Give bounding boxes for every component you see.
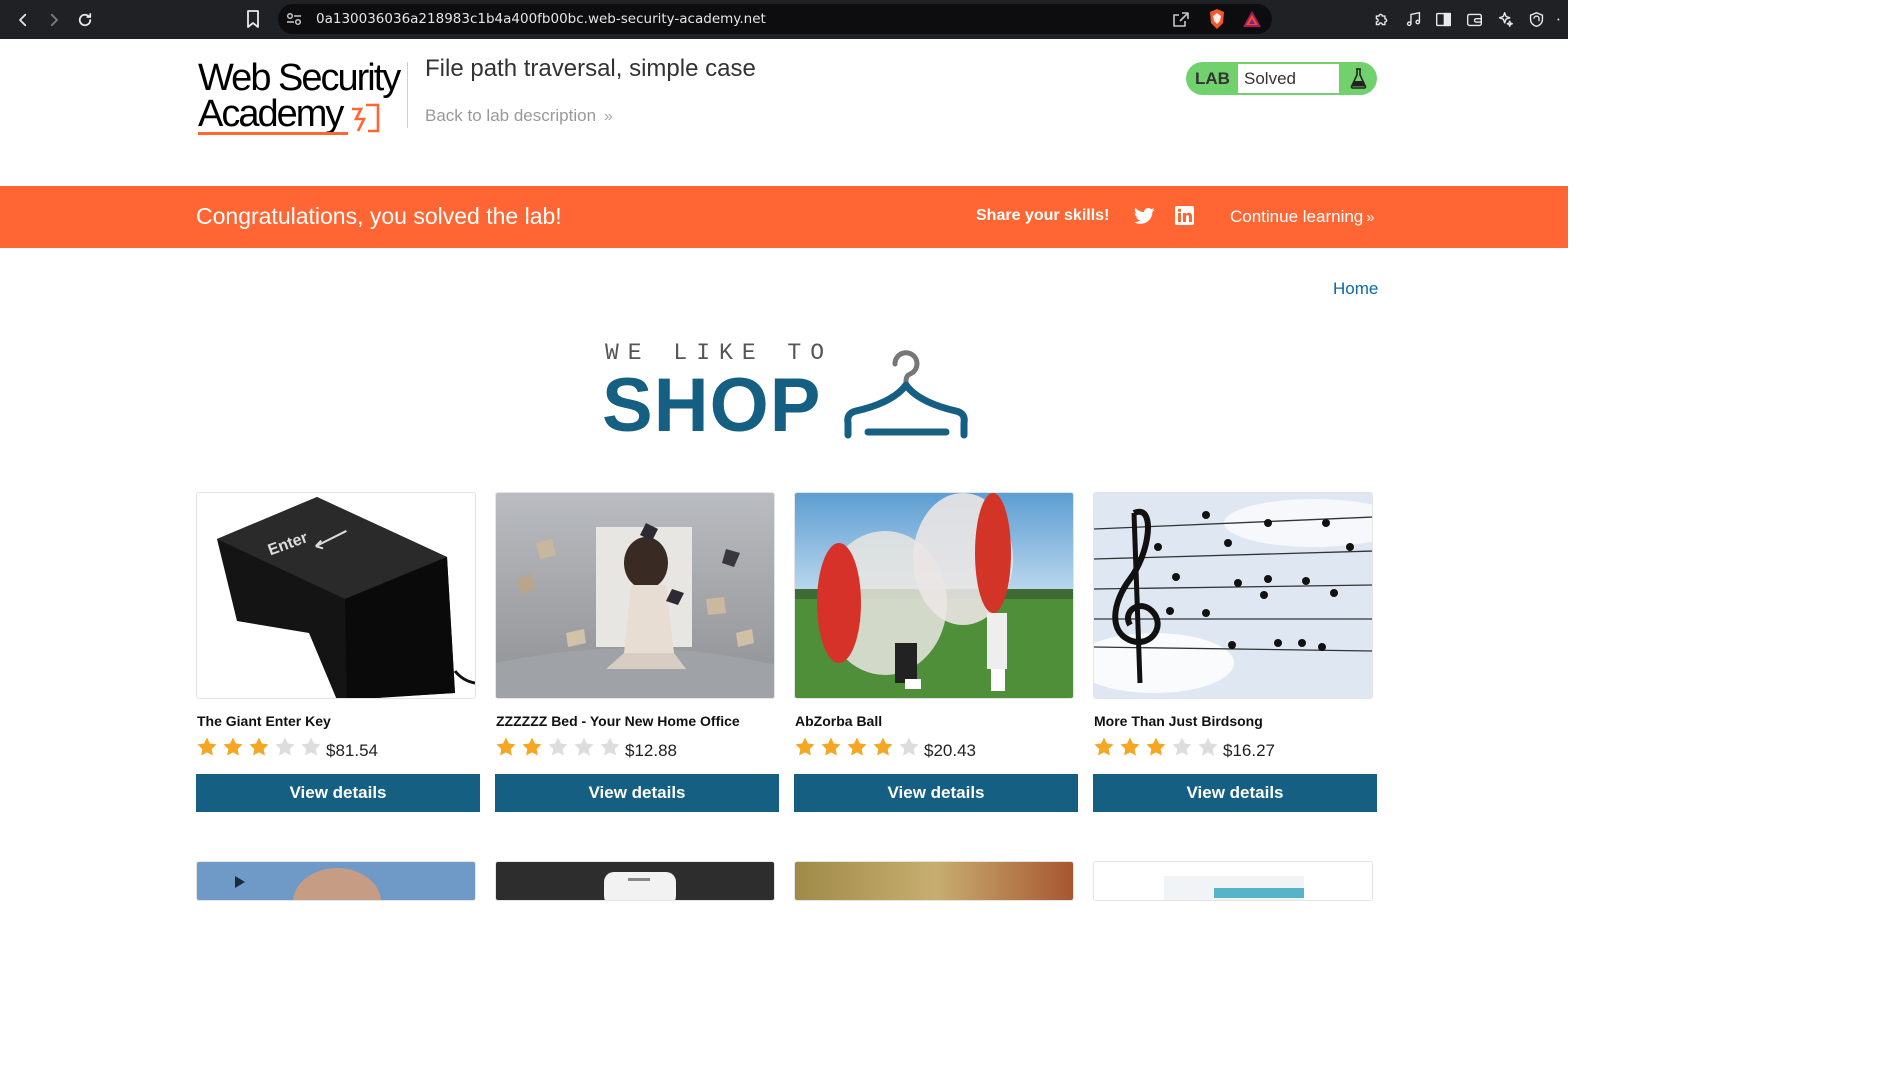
star-filled-icon xyxy=(821,737,841,756)
header-divider xyxy=(407,62,408,128)
view-details-button[interactable]: View details xyxy=(196,774,480,812)
star-filled-icon xyxy=(1120,737,1140,756)
shop-logo: WE LIKE TO SHOP xyxy=(600,338,972,448)
star-empty-icon xyxy=(1198,737,1218,756)
star-empty-icon xyxy=(899,737,919,756)
star-empty-icon xyxy=(1172,737,1192,756)
product-name: ZZZZZZ Bed - Your New Home Office xyxy=(496,713,740,729)
rating-stars xyxy=(794,736,924,758)
star-filled-icon xyxy=(1094,737,1114,756)
brave-rewards-icon[interactable] xyxy=(1242,10,1262,28)
browser-toolbar: 0a130036036a218983c1b4a400fb00bc.web-sec… xyxy=(0,0,1568,39)
product-image-giant-enter-key[interactable]: Enter xyxy=(196,492,476,699)
product-price: $12.88 xyxy=(625,741,677,760)
product-image-partial[interactable] xyxy=(1093,861,1373,901)
product-price: $16.27 xyxy=(1223,741,1275,760)
lab-status-value: Solved xyxy=(1238,64,1339,93)
hanger-icon xyxy=(844,350,968,439)
rating-stars xyxy=(1093,736,1223,758)
extensions-icon[interactable] xyxy=(1371,9,1391,29)
back-link-label: Back to lab description xyxy=(425,106,597,125)
back-to-lab-description-link[interactable]: Back to lab description » xyxy=(425,106,613,126)
view-details-button[interactable]: View details xyxy=(794,774,1078,812)
continue-learning-link[interactable]: Continue learning» xyxy=(1230,207,1375,227)
star-empty-icon xyxy=(600,737,620,756)
product-image-zzzzzz-bed[interactable] xyxy=(495,492,775,699)
music-icon[interactable] xyxy=(1403,9,1423,29)
double-chevron-right-icon: » xyxy=(1366,209,1375,226)
lab-status-badge: LAB Solved xyxy=(1186,62,1377,95)
star-filled-icon xyxy=(223,737,243,756)
reload-icon xyxy=(78,12,91,26)
menu-icon[interactable] xyxy=(1556,9,1568,29)
shop-word: SHOP xyxy=(602,363,822,448)
star-filled-icon xyxy=(847,737,867,756)
linkedin-icon[interactable] xyxy=(1175,206,1194,225)
arrow-left-icon xyxy=(18,13,26,26)
wallet-icon[interactable] xyxy=(1464,9,1484,29)
logo-line-2: Academy xyxy=(198,93,344,135)
star-empty-icon xyxy=(301,737,321,756)
url-text[interactable]: 0a130036036a218983c1b4a400fb00bc.web-sec… xyxy=(316,11,766,27)
rating-stars xyxy=(495,736,625,758)
arrow-right-icon xyxy=(50,13,58,26)
star-filled-icon xyxy=(496,737,516,756)
star-filled-icon xyxy=(522,737,542,756)
star-filled-icon xyxy=(249,737,269,756)
back-nav-button[interactable] xyxy=(7,4,38,35)
brave-shields-icon[interactable] xyxy=(1208,9,1226,29)
leo-ai-icon[interactable] xyxy=(1495,9,1515,29)
congratulations-message: Congratulations, you solved the lab! xyxy=(196,203,562,229)
logo-underline xyxy=(198,132,348,135)
product-image-partial[interactable] xyxy=(196,861,476,901)
product-price: $20.43 xyxy=(924,741,976,760)
star-empty-icon xyxy=(275,737,295,756)
lab-title: File path traversal, simple case xyxy=(425,55,756,82)
star-filled-icon xyxy=(197,737,217,756)
star-filled-icon xyxy=(1146,737,1166,756)
product-image-more-than-just-birdsong[interactable] xyxy=(1093,492,1373,699)
product-image-abzorba-ball[interactable] xyxy=(794,492,1074,699)
product-image-partial[interactable] xyxy=(794,861,1074,901)
reload-button[interactable] xyxy=(69,4,100,35)
sidebar-icon[interactable] xyxy=(1433,9,1453,29)
logo-line-1: Web Security xyxy=(198,57,401,99)
product-price: $81.54 xyxy=(326,741,378,760)
address-bar[interactable]: 0a130036036a218983c1b4a400fb00bc.web-sec… xyxy=(278,4,1272,34)
vpn-shield-icon[interactable] xyxy=(1526,9,1546,29)
site-settings-icon[interactable] xyxy=(286,12,302,26)
forward-nav-button[interactable] xyxy=(38,4,69,35)
product-image-partial[interactable] xyxy=(495,861,775,901)
share-skills-label: Share your skills! xyxy=(976,207,1110,224)
product-name: AbZorba Ball xyxy=(795,713,883,729)
continue-learning-label: Continue learning xyxy=(1230,207,1364,226)
product-name: More Than Just Birdsong xyxy=(1094,713,1263,729)
solved-banner: Congratulations, you solved the lab! Sha… xyxy=(0,186,1568,248)
star-empty-icon xyxy=(574,737,594,756)
star-filled-icon xyxy=(873,737,893,756)
share-icon[interactable] xyxy=(1172,11,1190,27)
logo-bolt-icon xyxy=(352,103,380,133)
product-name: The Giant Enter Key xyxy=(197,713,331,729)
rating-stars xyxy=(196,736,326,758)
star-filled-icon xyxy=(795,737,815,756)
twitter-icon[interactable] xyxy=(1134,207,1155,226)
flask-icon xyxy=(1350,68,1367,89)
bookmark-icon[interactable] xyxy=(245,9,261,29)
double-chevron-right-icon: » xyxy=(604,108,613,125)
view-details-button[interactable]: View details xyxy=(1093,774,1377,812)
web-security-academy-logo[interactable]: Web Security Academy xyxy=(198,58,408,138)
view-details-button[interactable]: View details xyxy=(495,774,779,812)
star-empty-icon xyxy=(548,737,568,756)
lab-status-label: LAB xyxy=(1195,69,1230,88)
home-link[interactable]: Home xyxy=(1333,279,1378,299)
